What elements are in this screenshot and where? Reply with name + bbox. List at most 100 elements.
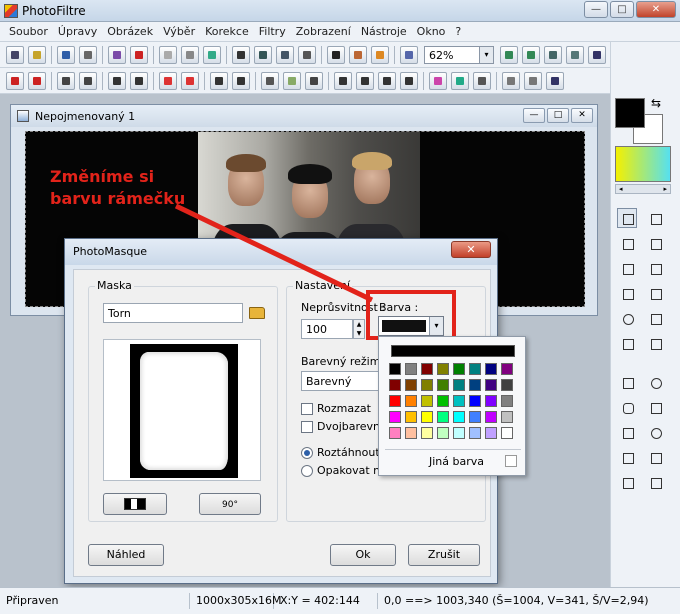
menu-item-9[interactable]: ? xyxy=(450,22,466,41)
pipette-icon[interactable] xyxy=(645,208,665,228)
grey-icon[interactable] xyxy=(181,45,199,64)
polygon-icon[interactable] xyxy=(617,447,637,467)
zoom-out-icon[interactable] xyxy=(522,45,540,64)
sharpen-icon[interactable] xyxy=(356,71,374,90)
palette-swatch[interactable] xyxy=(485,411,497,423)
select-rect-icon[interactable] xyxy=(617,472,637,492)
folder-icon[interactable] xyxy=(645,447,665,467)
blur-drop-icon[interactable] xyxy=(617,308,637,328)
frame-icon[interactable] xyxy=(473,71,491,90)
blur-checkbox[interactable] xyxy=(301,403,313,415)
palette-swatch[interactable] xyxy=(389,363,401,375)
opacity-input[interactable]: 100 xyxy=(301,319,353,339)
rotate-icon[interactable] xyxy=(546,71,564,90)
redo-icon[interactable] xyxy=(159,45,177,64)
settings-icon[interactable] xyxy=(371,45,389,64)
menu-item-5[interactable]: Filtry xyxy=(254,22,291,41)
repeat-radio[interactable] xyxy=(301,465,313,477)
noise-icon[interactable] xyxy=(378,71,396,90)
crop-icon[interactable] xyxy=(254,45,272,64)
gamma-minus-icon[interactable] xyxy=(232,71,250,90)
more-colors-button[interactable] xyxy=(505,455,517,467)
menu-item-1[interactable]: Úpravy xyxy=(53,22,102,41)
auto-levels-icon[interactable] xyxy=(6,71,24,90)
saturation-minus-icon[interactable] xyxy=(181,71,199,90)
close-button[interactable]: ✕ xyxy=(636,1,676,18)
fill-icon[interactable] xyxy=(617,258,637,278)
select-icon[interactable] xyxy=(617,208,637,228)
palette-current-color[interactable] xyxy=(391,345,515,357)
palette-swatch[interactable] xyxy=(469,395,481,407)
menu-item-8[interactable]: Okno xyxy=(412,22,451,41)
scan-icon[interactable] xyxy=(108,45,126,64)
palette-swatch[interactable] xyxy=(437,379,449,391)
saturation-plus-icon[interactable] xyxy=(159,71,177,90)
menu-item-2[interactable]: Obrázek xyxy=(102,22,158,41)
filter-icon[interactable] xyxy=(349,45,367,64)
invert-mask-button[interactable] xyxy=(103,493,167,515)
palette-swatch[interactable] xyxy=(389,395,401,407)
palette-swatch[interactable] xyxy=(437,363,449,375)
flip-icon[interactable] xyxy=(524,71,542,90)
fullscreen-icon[interactable] xyxy=(588,45,606,64)
magic-wand-icon[interactable] xyxy=(617,233,637,253)
doc-close-button[interactable]: ✕ xyxy=(571,108,593,123)
auto-contrast-icon[interactable] xyxy=(28,71,46,90)
stretch-radio[interactable] xyxy=(301,447,313,459)
palette-swatch[interactable] xyxy=(469,363,481,375)
hand-icon[interactable] xyxy=(645,333,665,353)
palette-swatch[interactable] xyxy=(437,427,449,439)
palette-swatch[interactable] xyxy=(453,395,465,407)
palette-swatch[interactable] xyxy=(469,411,481,423)
preview-button[interactable]: Náhled xyxy=(88,544,164,566)
blur-icon[interactable] xyxy=(334,71,352,90)
lasso-icon[interactable] xyxy=(645,422,665,442)
spray-icon[interactable] xyxy=(645,258,665,278)
mirror-icon[interactable] xyxy=(502,71,520,90)
palette-swatch[interactable] xyxy=(485,395,497,407)
move-icon[interactable] xyxy=(232,45,250,64)
line-icon[interactable] xyxy=(645,233,665,253)
zoom-chevron-icon[interactable]: ▾ xyxy=(479,46,493,63)
palette-swatch[interactable] xyxy=(389,427,401,439)
palette-swatch[interactable] xyxy=(501,427,513,439)
ellipse-icon[interactable] xyxy=(645,372,665,392)
palette-swatch[interactable] xyxy=(469,427,481,439)
rounded-rect-icon[interactable] xyxy=(617,397,637,417)
color-icon[interactable] xyxy=(203,45,221,64)
doc-maximize-button[interactable]: □ xyxy=(547,108,569,123)
doc-minimize-button[interactable]: — xyxy=(523,108,545,123)
scroll-left-icon[interactable]: ◂ xyxy=(619,185,623,193)
palette-swatch[interactable] xyxy=(389,411,401,423)
brush-icon[interactable] xyxy=(617,283,637,303)
open-mask-icon[interactable] xyxy=(249,307,265,319)
twocolor-checkbox[interactable] xyxy=(301,421,313,433)
scroll-right-icon[interactable]: ▸ xyxy=(663,185,667,193)
palette-swatch[interactable] xyxy=(405,363,417,375)
print-icon[interactable] xyxy=(79,45,97,64)
canvas-icon[interactable] xyxy=(298,45,316,64)
palette-swatch[interactable] xyxy=(437,395,449,407)
menu-item-7[interactable]: Nástroje xyxy=(356,22,412,41)
actual-size-icon[interactable] xyxy=(566,45,584,64)
palette-swatch[interactable] xyxy=(421,395,433,407)
spin-down-icon[interactable]: ▼ xyxy=(354,329,364,338)
chevron-down-icon[interactable]: ▾ xyxy=(429,317,443,335)
menu-item-4[interactable]: Korekce xyxy=(200,22,254,41)
maximize-button[interactable]: □ xyxy=(610,1,634,18)
spin-up-icon[interactable]: ▲ xyxy=(354,320,364,329)
gradient-preview[interactable] xyxy=(615,146,671,182)
contrast-plus-icon[interactable] xyxy=(108,71,126,90)
help-icon[interactable] xyxy=(400,45,418,64)
cancel-button[interactable]: Zrušit xyxy=(408,544,480,566)
fit-icon[interactable] xyxy=(544,45,562,64)
hue-icon[interactable] xyxy=(305,71,323,90)
palette-swatch[interactable] xyxy=(421,363,433,375)
undo-icon[interactable] xyxy=(130,45,148,64)
grid-icon[interactable] xyxy=(261,71,279,90)
palette-swatch[interactable] xyxy=(485,379,497,391)
palette-swatch[interactable] xyxy=(421,427,433,439)
rotate-mask-button[interactable]: 90° xyxy=(199,493,261,515)
palette-swatch[interactable] xyxy=(501,411,513,423)
swap-colors-icon[interactable]: ⇆ xyxy=(651,96,661,110)
